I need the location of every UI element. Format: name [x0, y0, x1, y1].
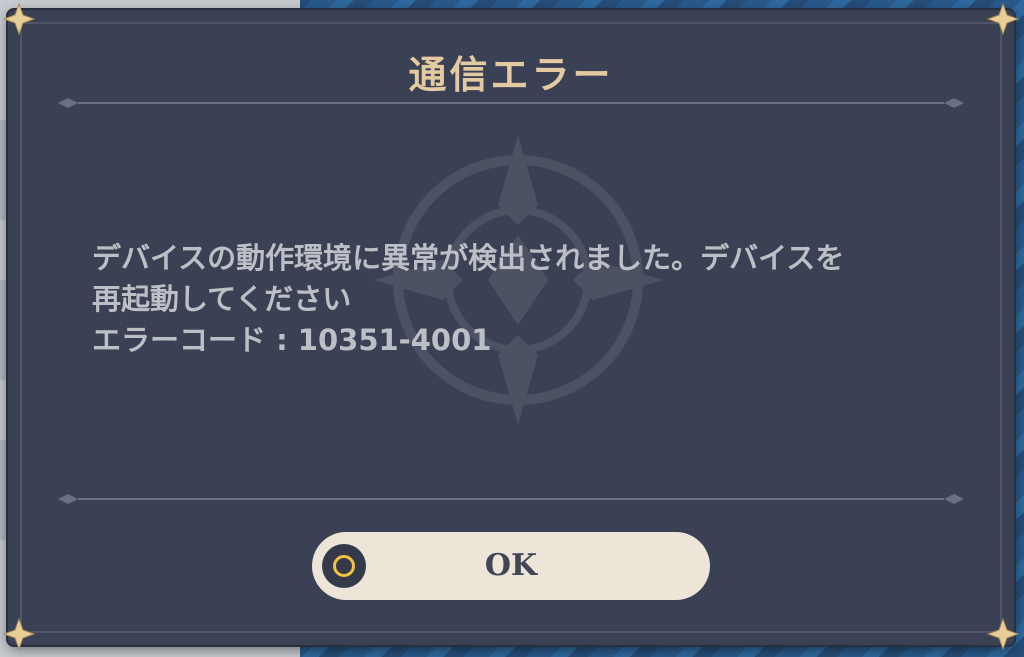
title-divider: [58, 98, 964, 108]
dialog-title: 通信エラー: [408, 53, 614, 97]
gold-star-corner-icon: [986, 2, 1020, 36]
error-dialog: 通信エラー デバイスの動作環境に異常が検出されました。デバイスを 再起動してくだ…: [2, 2, 1020, 651]
ok-button[interactable]: OK: [312, 532, 710, 600]
ok-button-label: OK: [484, 548, 538, 583]
footer-divider: [58, 494, 964, 504]
gold-star-corner-icon: [2, 617, 36, 651]
error-message: デバイスの動作環境に異常が検出されました。デバイスを 再起動してください エラー…: [92, 238, 932, 361]
error-code-line: エラーコード : 10351-4001: [92, 323, 492, 357]
error-message-line: デバイスの動作環境に異常が検出されました。デバイスを: [92, 241, 845, 275]
gold-star-corner-icon: [2, 2, 36, 36]
error-message-line: 再起動してください: [92, 282, 352, 316]
gold-star-corner-icon: [986, 617, 1020, 651]
